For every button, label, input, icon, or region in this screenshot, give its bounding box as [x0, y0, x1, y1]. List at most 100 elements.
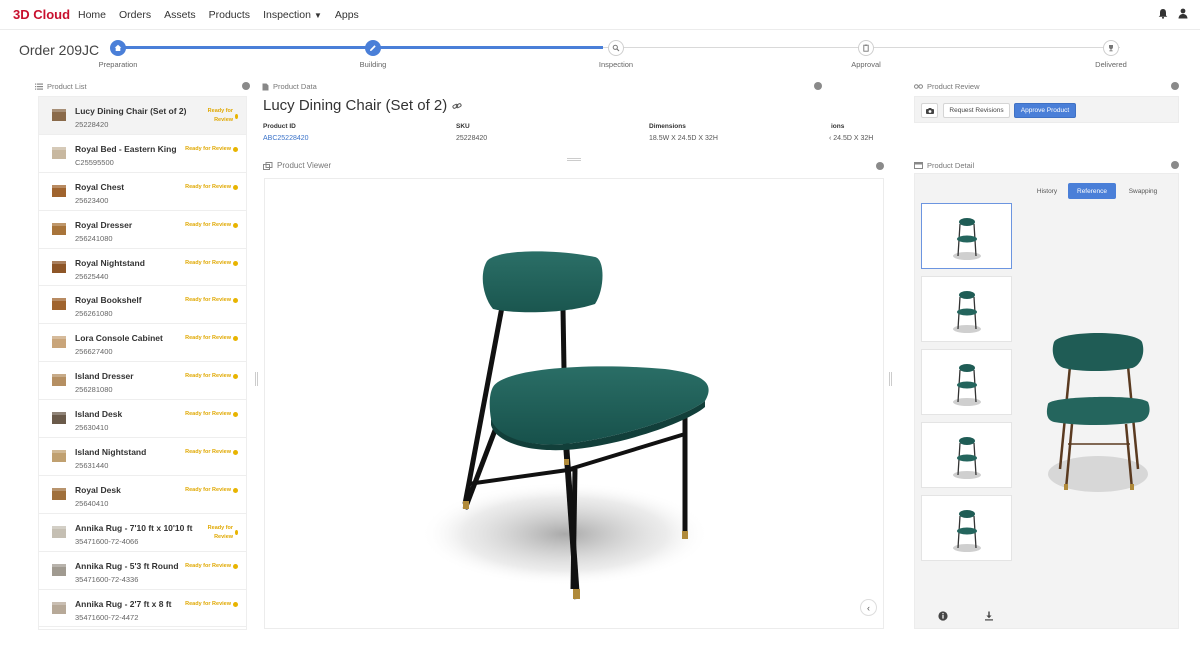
nav-home[interactable]: Home [78, 9, 106, 21]
product-list-item[interactable]: Royal Bed - Eastern King C25595500 Ready f… [39, 135, 246, 173]
resize-handle[interactable] [255, 372, 258, 386]
step-label: Approval [851, 60, 881, 69]
chevron-left-icon[interactable]: ‹ [860, 599, 877, 616]
product-thumbnail [49, 485, 69, 503]
reference-thumbnail[interactable] [921, 349, 1012, 415]
review-icon [914, 84, 923, 89]
list-icon [35, 83, 43, 90]
collapse-icon[interactable] [1171, 82, 1179, 90]
request-revisions-button[interactable]: Request Revisions [943, 103, 1010, 118]
reference-thumbnail[interactable] [921, 495, 1012, 561]
status-dot-icon [233, 563, 238, 569]
status-dot-icon [233, 601, 238, 607]
cube-icon [263, 161, 273, 170]
status-badge: Ready for Review [185, 562, 238, 571]
product-name: Annika Rug - 5'3 ft Round [75, 560, 179, 571]
app-root: 3D Cloud Home Orders Assets Products Ins… [0, 0, 1200, 645]
product-id: 25625440 [75, 271, 109, 281]
product-id: C25595500 [75, 157, 114, 167]
info-icon[interactable] [938, 611, 948, 621]
product-thumbnail [49, 295, 69, 313]
status-text: Ready for Review [207, 524, 234, 540]
user-icon[interactable] [1178, 8, 1188, 19]
resize-handle[interactable] [889, 372, 892, 386]
collapse-icon[interactable] [242, 82, 250, 90]
status-dot-icon [233, 298, 238, 304]
reference-thumbnail[interactable] [921, 422, 1012, 488]
product-list-item[interactable]: Annika Rug - 2'7 ft x 8 ft 35471600-72-44… [39, 590, 246, 628]
status-dot-icon [233, 374, 238, 380]
product-name: Royal Dresser [75, 219, 133, 230]
bell-icon[interactable] [1158, 8, 1168, 19]
step-inspection[interactable]: Inspection [581, 40, 651, 69]
nav-apps[interactable]: Apps [335, 9, 359, 21]
reference-thumbnail[interactable] [921, 203, 1012, 269]
product-title: Lucy Dining Chair (Set of 2) [263, 97, 448, 114]
nav-orders[interactable]: Orders [119, 9, 151, 21]
collapse-icon[interactable] [814, 82, 822, 90]
brand-logo[interactable]: 3D Cloud [13, 7, 70, 22]
top-icons [1158, 8, 1188, 19]
main-nav: Home Orders Assets Products Inspection ▼ … [78, 9, 359, 21]
product-id: 25630410 [75, 423, 109, 433]
nav-inspection[interactable]: Inspection ▼ [263, 9, 322, 21]
product-list-item[interactable]: Royal Nightstand 25625440 Ready for Review [39, 249, 246, 287]
nav-assets[interactable]: Assets [164, 9, 196, 21]
status-dot-icon [233, 336, 238, 342]
product-list-item[interactable]: Annika Rug - 7'10 ft x 10'10 ft 35471600-… [39, 514, 246, 552]
reference-thumbnail[interactable] [921, 276, 1012, 342]
chair-3d-model[interactable] [265, 179, 885, 630]
product-list-item[interactable]: Island Dresser 256281080 Ready for Review [39, 362, 246, 401]
product-thumbnail [49, 220, 69, 238]
tab-reference[interactable]: Reference [1068, 183, 1116, 199]
status-badge: Ready for Review [185, 600, 238, 609]
field-label: SKU [456, 123, 470, 130]
panel-title: Product Review [927, 82, 980, 91]
product-thumbnail [49, 333, 69, 351]
drag-handle[interactable] [567, 158, 581, 161]
download-icon[interactable] [984, 611, 994, 621]
step-approval[interactable]: Approval [831, 40, 901, 69]
product-list-header: Product List [35, 82, 87, 91]
product-list-item[interactable]: Royal Dresser 256241080 Ready for Review [39, 211, 246, 249]
camera-button[interactable] [921, 103, 938, 118]
product-list-item[interactable]: Lora Console Cabinet 256627400 Ready for R… [39, 324, 246, 363]
step-preparation[interactable]: Preparation [83, 40, 153, 69]
status-badge: Ready for Review [185, 486, 238, 495]
tab-history[interactable]: History [1031, 183, 1063, 199]
tab-swapping[interactable]: Swapping [1121, 183, 1165, 199]
product-list-item[interactable]: Annika Rug - 5'3 ft Round 35471600-72-433… [39, 552, 246, 590]
collapse-icon[interactable] [876, 162, 884, 170]
product-thumbnail [49, 182, 69, 200]
status-text: Ready for Review [185, 145, 231, 152]
product-name: Island Desk [75, 409, 123, 420]
product-list-item[interactable]: Island Desk 25630410 Ready for Review [39, 400, 246, 439]
review-actions: Request Revisions Approve Product [914, 96, 1179, 123]
product-name: Island Nightstand [75, 447, 147, 458]
pencil-icon [365, 40, 381, 56]
approve-product-button[interactable]: Approve Product [1014, 103, 1076, 118]
caret-down-icon: ▼ [313, 11, 322, 20]
product-id: 256241080 [75, 233, 113, 243]
status-dot-icon [233, 184, 238, 190]
product-list-item[interactable]: Royal Chest 25623400 Ready for Review [39, 173, 246, 211]
status-dot-icon [233, 146, 238, 152]
link-icon[interactable] [452, 102, 462, 110]
product-id: 25228420 [75, 120, 109, 129]
product-list-item[interactable]: Royal Bookshelf 256261080 Ready for Review [39, 286, 246, 325]
step-label: Preparation [98, 60, 138, 69]
top-navbar: 3D Cloud Home Orders Assets Products Ins… [0, 0, 1200, 30]
product-list-item[interactable]: Royal Desk 25640410 Ready for Review [39, 476, 246, 514]
status-text: Ready for Review [207, 108, 234, 123]
panel-title: Product Detail [927, 161, 975, 170]
collapse-icon[interactable] [1171, 161, 1179, 169]
product-list-item[interactable]: Island Nightstand 25631440 Ready for Revie… [39, 438, 246, 476]
product-list-item[interactable]: Lucy Dining Chair (Set of 2) 25228420 Read… [39, 97, 246, 135]
nav-products[interactable]: Products [209, 9, 250, 21]
status-text: Ready for Review [185, 486, 231, 493]
product-id: 35471600-72-4472 [75, 612, 139, 622]
step-delivered[interactable]: Delivered [1076, 40, 1146, 69]
3d-viewer[interactable] [264, 178, 884, 629]
step-building[interactable]: Building [338, 40, 408, 69]
product-id-link[interactable]: ABC25228420 [263, 135, 309, 142]
